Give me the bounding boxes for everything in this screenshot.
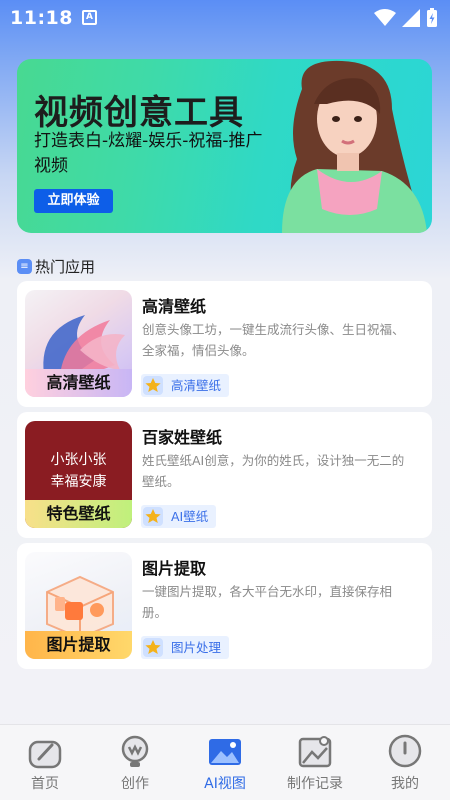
star-icon — [143, 376, 163, 395]
nav-ai-view[interactable]: AI视图 — [180, 725, 270, 800]
notification-app-icon: A — [82, 10, 97, 25]
app-thumbnail: 图片提取 — [25, 552, 132, 659]
battery-icon — [427, 8, 437, 27]
app-tag-label: AI壁纸 — [171, 509, 209, 524]
nav-records-label: 制作记录 — [287, 776, 343, 792]
app-thumbnail: 高清壁纸 — [25, 290, 132, 397]
banner-subtitle: 打造表白-炫耀-娱乐-祝福-推广视频 — [34, 131, 263, 176]
app-tag[interactable]: AI壁纸 — [141, 505, 217, 528]
nav-records[interactable]: 制作记录 — [270, 725, 360, 800]
app-title: 高清壁纸 — [142, 297, 207, 316]
app-tag-label: 高清壁纸 — [171, 378, 222, 393]
nav-create-label: 创作 — [121, 776, 149, 792]
thumbnail-label: 特色壁纸 — [25, 500, 132, 528]
nav-home-label: 首页 — [31, 776, 59, 792]
section-title: 热门应用 — [35, 258, 96, 276]
home-icon — [28, 740, 62, 769]
app-card-image-extract[interactable]: 图片提取 图片提取 一键图片提取，各大平台无水印，直接保存相册。 图片处理 — [17, 543, 432, 669]
signal-icon — [402, 9, 420, 27]
app-description: 一键图片提取，各大平台无水印，直接保存相册。 — [142, 584, 393, 620]
status-bar: 11:18 A — [0, 0, 450, 36]
thumbnail-label: 图片提取 — [25, 631, 132, 659]
app-card-hd-wallpaper[interactable]: 高清壁纸 高清壁纸 创意头像工坊，一键生成流行头像、生日祝福、全家福，情侣头像。… — [17, 281, 432, 407]
records-icon — [298, 736, 332, 768]
thumbnail-calligraphy: 小张小张 幸福安康 — [50, 452, 107, 490]
star-icon — [143, 638, 163, 657]
nav-profile-label: 我的 — [391, 776, 419, 792]
app-tag-label: 图片处理 — [171, 640, 222, 655]
try-now-button[interactable]: 立即体验 — [34, 189, 113, 213]
status-icons — [374, 8, 438, 28]
ai-image-icon — [209, 739, 241, 765]
promo-banner[interactable]: 视频创意工具 打造表白-炫耀-娱乐-祝福-推广视频 立即体验 — [17, 59, 432, 233]
wifi-icon — [374, 9, 396, 26]
nav-create[interactable]: 创作 — [90, 725, 180, 800]
app-description: 姓氏壁纸AI创意，为你的姓氏，设计独一无二的壁纸。 — [142, 453, 405, 489]
app-thumbnail: 小张小张 幸福安康 特色壁纸 — [25, 421, 132, 528]
status-time: 11:18 — [10, 7, 73, 29]
create-icon — [121, 735, 149, 767]
app-card-surname-wallpaper[interactable]: 小张小张 幸福安康 特色壁纸 百家姓壁纸 姓氏壁纸AI创意，为你的姓氏，设计独一… — [17, 412, 432, 538]
app-title: 百家姓壁纸 — [142, 428, 223, 447]
app-description: 创意头像工坊，一键生成流行头像、生日祝福、全家福，情侣头像。 — [142, 322, 405, 358]
app-tag[interactable]: 图片处理 — [141, 636, 230, 659]
thumbnail-label: 高清壁纸 — [25, 369, 132, 397]
nav-ai-view-label: AI视图 — [204, 776, 246, 792]
section-header: ≡ 热门应用 — [17, 256, 95, 277]
nav-profile[interactable]: 我的 — [360, 725, 450, 800]
banner-girl-illustration — [282, 60, 427, 233]
app-title: 图片提取 — [142, 559, 207, 578]
nav-home[interactable]: 首页 — [0, 725, 90, 800]
list-icon: ≡ — [17, 259, 32, 274]
bottom-navigation: 首页 创作 AI视图 制作记录 我的 — [0, 724, 450, 800]
profile-icon — [388, 734, 422, 768]
star-icon — [143, 507, 163, 526]
app-tag[interactable]: 高清壁纸 — [141, 374, 230, 397]
banner-title: 视频创意工具 — [34, 93, 244, 133]
